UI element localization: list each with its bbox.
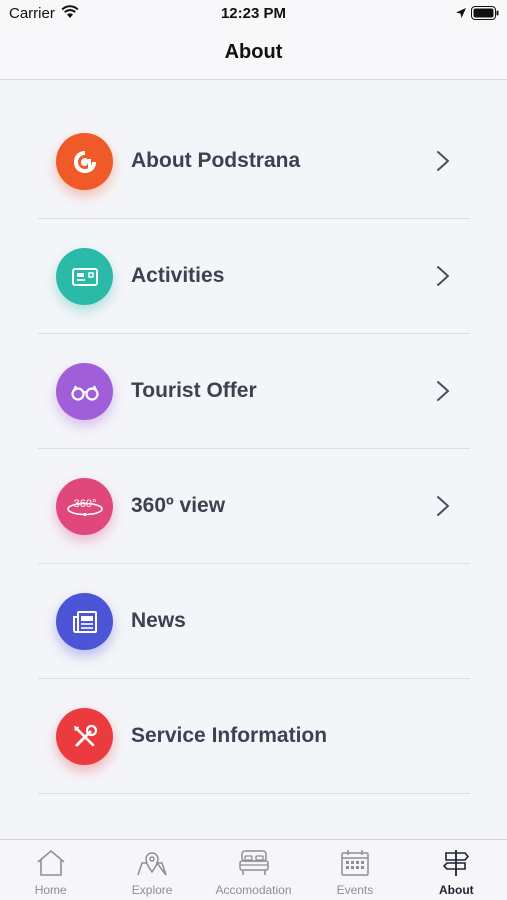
calendar-icon	[339, 848, 371, 883]
home-icon	[35, 848, 67, 883]
chevron-right-icon	[436, 380, 450, 407]
menu-item-label: About Podstrana	[131, 149, 301, 172]
bed-icon	[237, 848, 271, 883]
map-pin-icon	[135, 848, 169, 883]
tab-label: Events	[336, 883, 374, 897]
about-menu-list: About Podstrana Activities Tourist Offer…	[38, 104, 470, 794]
tab-bar: Home Explore Accomodation Events About	[0, 839, 507, 900]
battery-icon	[471, 6, 499, 25]
menu-item-label: Service Information	[131, 724, 328, 747]
menu-item-360-view[interactable]: 360° 360º view	[38, 449, 470, 564]
navigation-bar: About	[0, 28, 507, 80]
menu-item-label: 360º view	[131, 494, 226, 517]
tab-label: About	[439, 883, 474, 897]
glasses-icon	[56, 363, 113, 420]
chevron-right-icon	[436, 265, 450, 292]
tab-accomodation[interactable]: Accomodation	[203, 840, 304, 900]
tab-label: Home	[34, 883, 67, 897]
menu-item-activities[interactable]: Activities	[38, 219, 470, 334]
chevron-right-icon	[436, 150, 450, 177]
ticket-icon	[56, 248, 113, 305]
tab-events[interactable]: Events	[304, 840, 405, 900]
page-title: About	[224, 41, 283, 63]
menu-item-label: Tourist Offer	[131, 379, 257, 402]
newspaper-icon	[56, 593, 113, 650]
tab-home[interactable]: Home	[0, 840, 101, 900]
menu-item-label: Activities	[131, 264, 225, 287]
status-bar: Carrier 12:23 PM	[0, 0, 507, 28]
signpost-icon	[441, 848, 471, 883]
chevron-right-icon	[436, 495, 450, 522]
tab-label: Accomodation	[215, 883, 292, 897]
menu-item-label: News	[131, 609, 186, 632]
location-arrow-icon	[455, 6, 467, 24]
menu-item-about-podstrana[interactable]: About Podstrana	[38, 104, 470, 219]
podstrana-logo-icon	[56, 133, 113, 190]
clock-time: 12:23 PM	[220, 5, 287, 22]
tools-icon	[56, 708, 113, 765]
tab-explore[interactable]: Explore	[101, 840, 202, 900]
menu-item-news[interactable]: News	[38, 564, 470, 679]
tab-label: Explore	[131, 883, 173, 897]
360-view-icon: 360°	[56, 478, 113, 535]
menu-item-service-information[interactable]: Service Information	[38, 679, 470, 794]
tab-about[interactable]: About	[406, 840, 507, 900]
menu-item-tourist-offer[interactable]: Tourist Offer	[38, 334, 470, 449]
